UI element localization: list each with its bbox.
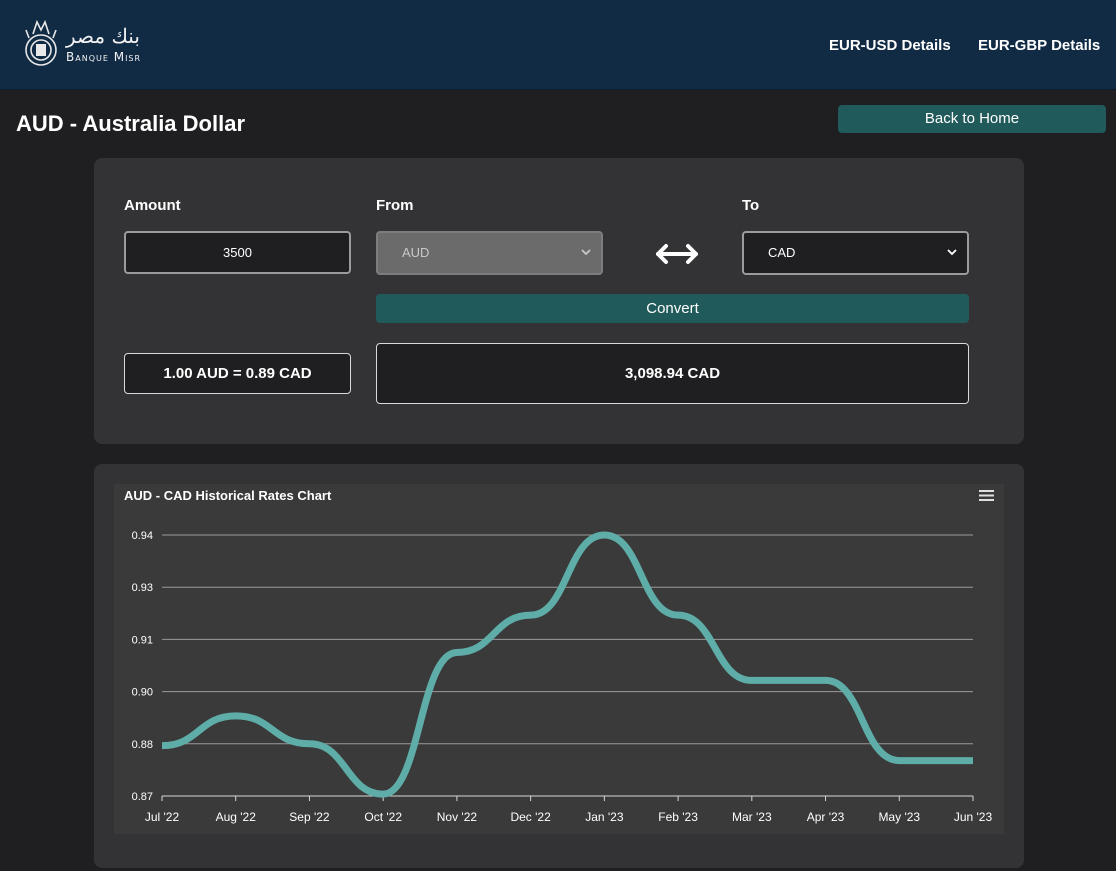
bank-logo[interactable]: بنك مصر Banque Misr	[20, 16, 160, 74]
nav-eur-usd-details[interactable]: EUR-USD Details	[829, 37, 951, 54]
conversion-result-display: 3,098.94 CAD	[376, 343, 969, 404]
chevron-down-icon	[581, 249, 591, 256]
exchange-rate-display: 1.00 AUD = 0.89 CAD	[124, 353, 351, 394]
chart-area	[114, 484, 1004, 834]
chevron-down-icon	[947, 249, 957, 256]
chart-title: AUD - CAD Historical Rates Chart	[124, 488, 332, 503]
bank-emblem-icon	[25, 19, 57, 66]
to-label: To	[742, 197, 760, 214]
from-currency-value: AUD	[402, 245, 430, 260]
back-to-home-button[interactable]: Back to Home	[838, 105, 1106, 133]
logo-latin-text: Banque Misr	[66, 50, 142, 64]
to-currency-value: CAD	[768, 245, 796, 260]
chart-menu-icon[interactable]	[978, 489, 995, 502]
from-label: From	[376, 197, 414, 214]
page-title: AUD - Australia Dollar	[16, 111, 246, 136]
swap-arrows-icon[interactable]	[652, 239, 702, 269]
amount-input[interactable]: 3500	[124, 231, 351, 274]
logo-arabic-text: بنك مصر	[66, 24, 140, 48]
amount-label: Amount	[124, 197, 181, 214]
nav-eur-gbp-details[interactable]: EUR-GBP Details	[978, 37, 1100, 54]
top-navbar: بنك مصر Banque Misr EUR-USD Details EUR-…	[0, 0, 1116, 90]
from-currency-select[interactable]: AUD	[376, 231, 603, 275]
to-currency-select[interactable]: CAD	[742, 231, 969, 275]
convert-button[interactable]: Convert	[376, 294, 969, 323]
